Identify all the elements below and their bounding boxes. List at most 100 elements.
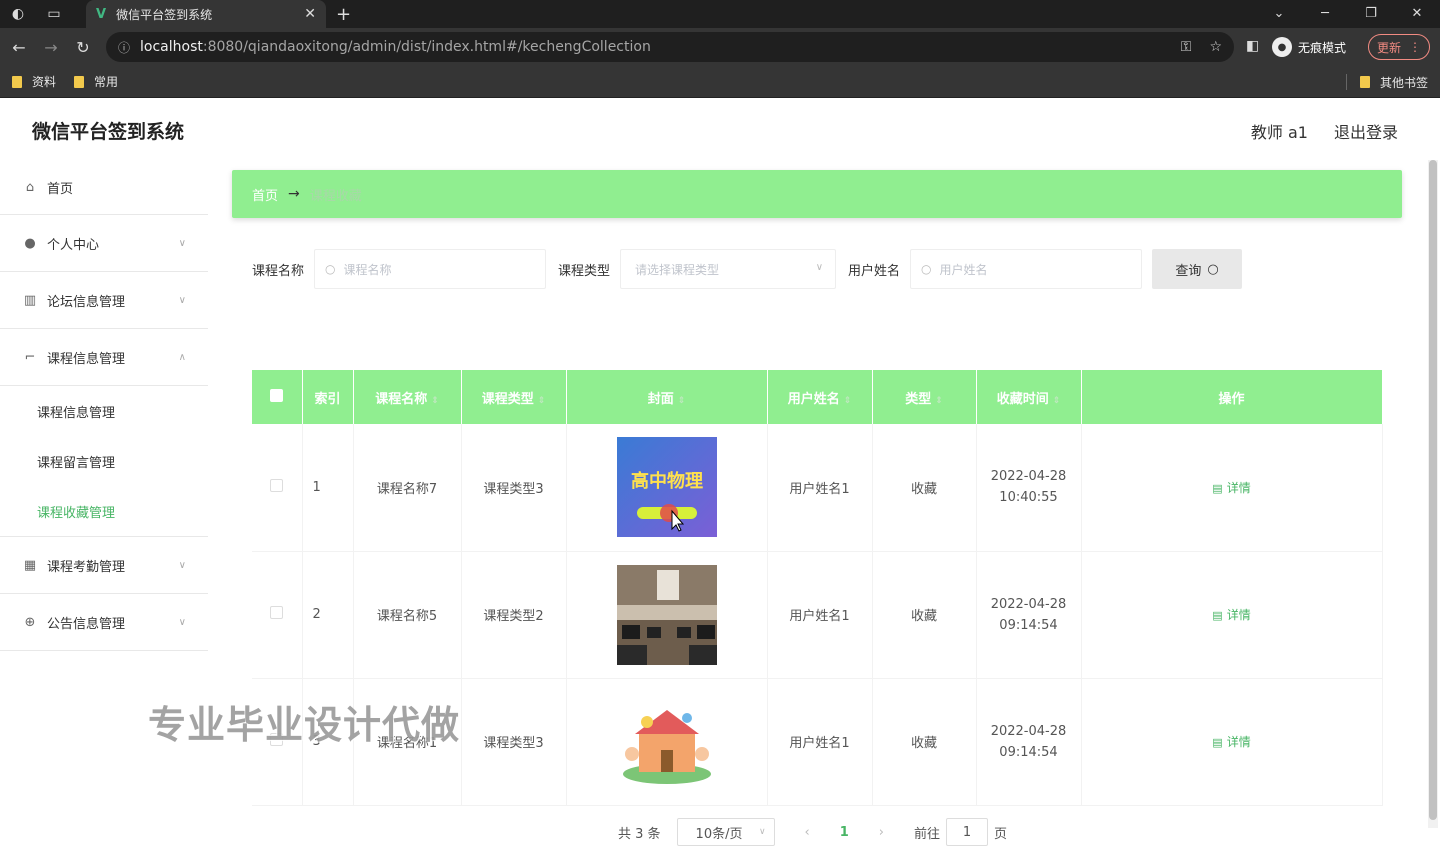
bookmark-folder-1[interactable]: 资料 <box>12 73 56 90</box>
table-row: 2 课程名称5 课程类型2 用户姓名1 收藏 2022-04-28 09:14:… <box>252 551 1383 679</box>
tab-search-icon[interactable]: ▭ <box>36 0 72 28</box>
chevron-down-icon: ∨ <box>178 616 186 628</box>
sidebar-item-forum[interactable]: ▥ 论坛信息管理 ∨ <box>0 272 208 329</box>
bookmark-label: 常用 <box>94 75 119 89</box>
info-icon[interactable]: ⓘ <box>118 39 130 56</box>
other-bookmarks-label: 其他书签 <box>1379 75 1428 90</box>
sidebar-subitem-course-info[interactable]: 课程信息管理 <box>0 386 208 436</box>
sidebar-item-label: 课程信息管理 <box>47 351 126 367</box>
breadcrumb-home[interactable]: 首页 <box>252 185 278 204</box>
course-name-input[interactable]: ○ 课程名称 <box>314 249 547 289</box>
course-name-label: 课程名称 <box>252 263 305 279</box>
header-kind[interactable]: 类型 ⇕ <box>872 370 977 424</box>
sort-icon[interactable]: ⇕ <box>538 396 546 406</box>
sidebar-item-course[interactable]: ⌐ 课程信息管理 ∧ <box>0 329 208 386</box>
cell-user-name: 用户姓名1 <box>767 424 873 552</box>
bookmark-folder-2[interactable]: 常用 <box>74 73 118 90</box>
url-host: localhost <box>140 39 203 55</box>
page-scrollbar[interactable] <box>1428 160 1438 828</box>
sort-icon[interactable]: ⇕ <box>678 396 686 406</box>
tab-list-icon[interactable]: ⌄ <box>1256 0 1302 28</box>
side-panel-icon[interactable]: ◧ <box>1246 38 1259 54</box>
cell-user-name: 用户姓名1 <box>767 551 873 679</box>
kebab-menu-icon: ⋮ <box>1409 40 1422 54</box>
back-icon[interactable]: ← <box>3 38 35 57</box>
sidebar-item-personal[interactable]: ● 个人中心 ∨ <box>0 215 208 272</box>
page-size-value: 10条/页 <box>695 826 743 842</box>
sidebar-item-home[interactable]: ⌂ 首页 <box>0 160 208 215</box>
header-cover[interactable]: 封面 ⇕ <box>566 370 768 424</box>
sort-icon[interactable]: ⇕ <box>935 396 943 406</box>
sort-icon[interactable]: ⇕ <box>431 396 439 406</box>
prev-page-icon[interactable]: ‹ <box>805 825 810 840</box>
browser-tab[interactable]: V 微信平台签到系统 ✕ <box>86 0 326 28</box>
bookmark-star-icon[interactable]: ☆ <box>1209 39 1222 55</box>
user-area: 教师 a1 退出登录 <box>1251 119 1398 143</box>
search-icon: ○ <box>1207 261 1219 277</box>
restore-icon[interactable]: ❐ <box>1348 0 1394 28</box>
update-button[interactable]: 更新 ⋮ <box>1368 34 1431 60</box>
watermark-text: 专业毕业设计代做 <box>148 703 461 747</box>
bookmarks-bar: 资料 常用 其他书签 <box>0 66 1440 98</box>
address-bar[interactable]: ⓘ localhost :8080/qiandaoxitong/admin/di… <box>106 32 1234 62</box>
home-icon: ⌂ <box>25 179 35 195</box>
course-submenu: 课程信息管理 课程留言管理 课程收藏管理 <box>0 386 208 537</box>
next-page-icon[interactable]: › <box>879 825 884 840</box>
cell-course-type: 课程类型2 <box>461 551 567 679</box>
cell-course-type: 课程类型3 <box>461 678 567 806</box>
page-size-select[interactable]: 10条/页 ∨ <box>676 818 775 846</box>
key-icon[interactable]: ⚿ <box>1181 39 1192 55</box>
cell-kind: 收藏 <box>872 424 977 552</box>
detail-button[interactable]: ▤ 详情 <box>1212 735 1250 749</box>
collect-date: 2022-04-28 <box>990 723 1067 739</box>
sort-icon[interactable]: ⇕ <box>844 396 852 406</box>
document-icon: ▤ <box>1212 481 1223 495</box>
tab-close-icon[interactable]: ✕ <box>304 6 316 22</box>
incognito-profile[interactable]: ● 无痕模式 <box>1272 34 1346 60</box>
window-close-icon[interactable]: ✕ <box>1394 0 1440 28</box>
row-checkbox[interactable] <box>270 606 284 619</box>
query-button[interactable]: 查询 ○ <box>1152 249 1243 289</box>
cell-index: 1 <box>302 424 354 552</box>
goto-label: 前往 <box>914 826 941 842</box>
sidebar-item-label: 论坛信息管理 <box>47 294 126 310</box>
cell-cover <box>566 678 768 806</box>
forward-icon[interactable]: → <box>35 38 67 57</box>
cover-physics-image[interactable]: 高中物理 <box>616 437 717 538</box>
logout-link[interactable]: 退出登录 <box>1334 119 1398 143</box>
header-collect-time[interactable]: 收藏时间 ⇕ <box>976 370 1082 424</box>
update-label: 更新 <box>1377 40 1402 55</box>
cover-cartoon-image[interactable] <box>616 691 717 792</box>
cover-text: 高中物理 <box>631 470 703 492</box>
breadcrumb-current: 课程收藏 <box>309 188 362 204</box>
sidebar-item-label: 课程考勤管理 <box>47 559 126 575</box>
scrollbar-thumb[interactable] <box>1429 160 1437 820</box>
sidebar-item-attendance[interactable]: ▦ 课程考勤管理 ∨ <box>0 537 208 594</box>
course-type-select[interactable]: 请选择课程类型 ∨ <box>620 249 837 289</box>
new-tab-icon[interactable]: + <box>336 0 351 28</box>
sidebar-subitem-course-collection[interactable]: 课程收藏管理 <box>0 486 208 536</box>
row-checkbox[interactable] <box>270 478 284 492</box>
page-number[interactable]: 1 <box>840 825 849 840</box>
select-all-checkbox[interactable] <box>270 388 284 402</box>
goto-page-input[interactable]: 1 <box>946 818 989 846</box>
detail-button[interactable]: ▤ 详情 <box>1212 481 1250 495</box>
globe-icon: ⊕ <box>24 614 36 630</box>
header-user-name[interactable]: 用户姓名 ⇕ <box>767 370 873 424</box>
header-course-type[interactable]: 课程类型 ⇕ <box>461 370 567 424</box>
url-path: :8080/qiandaoxitong/admin/dist/index.htm… <box>202 39 651 55</box>
browser-menu-icon[interactable]: ◐ <box>0 0 36 28</box>
reload-icon[interactable]: ↻ <box>67 38 99 57</box>
user-name-input[interactable]: ○ 用户姓名 <box>910 249 1143 289</box>
header-course-name[interactable]: 课程名称 ⇕ <box>353 370 462 424</box>
search-form: 课程名称 ○ 课程名称 课程类型 请选择课程类型 ∨ 用户姓名 ○ 用户姓名 查… <box>252 249 1243 289</box>
minimize-icon[interactable]: ─ <box>1302 0 1348 28</box>
goto-page-value: 1 <box>962 824 972 840</box>
app-title: 微信平台签到系统 <box>32 121 185 143</box>
detail-button[interactable]: ▤ 详情 <box>1212 608 1250 622</box>
sidebar-item-notice[interactable]: ⊕ 公告信息管理 ∨ <box>0 594 208 651</box>
other-bookmarks[interactable]: 其他书签 <box>1359 66 1428 98</box>
sort-icon[interactable]: ⇕ <box>1053 396 1061 406</box>
cover-classroom-image[interactable] <box>616 564 717 665</box>
sidebar-subitem-course-messages[interactable]: 课程留言管理 <box>0 436 208 486</box>
